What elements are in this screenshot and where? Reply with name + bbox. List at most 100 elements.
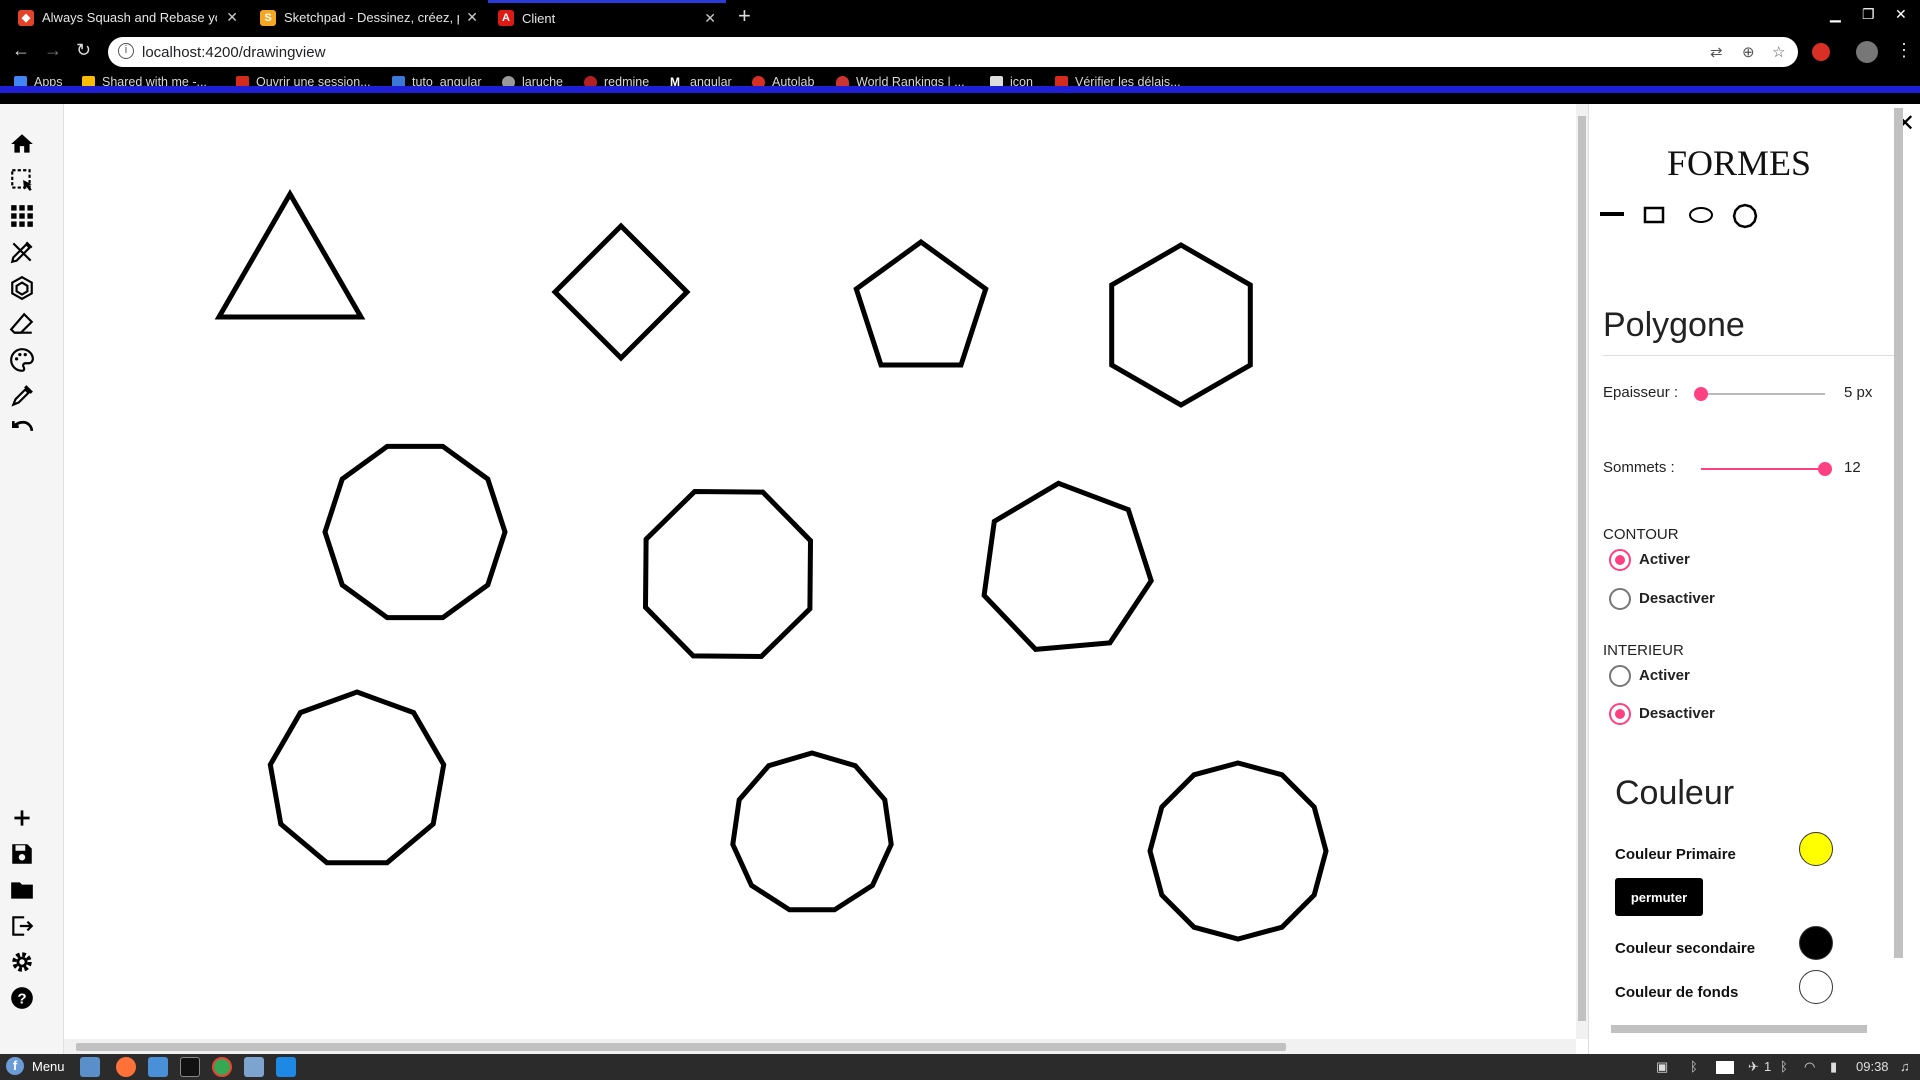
rectangle-icon[interactable] xyxy=(1643,206,1667,229)
contour-activer-radio[interactable] xyxy=(1609,549,1631,571)
add-icon[interactable] xyxy=(8,804,36,832)
polygon-icon[interactable] xyxy=(8,274,36,302)
settings-icon[interactable] xyxy=(8,948,36,976)
slider-thumb[interactable] xyxy=(1818,462,1832,476)
eraser-icon[interactable] xyxy=(8,310,36,338)
terminal-icon[interactable] xyxy=(180,1057,200,1077)
info-icon[interactable]: i xyxy=(118,43,134,59)
minimize-icon[interactable]: ▁ xyxy=(1830,6,1841,23)
contour-desactiver-radio[interactable] xyxy=(1609,588,1631,610)
polygon-shape-icon[interactable] xyxy=(1731,202,1759,235)
tab-gitlab[interactable]: ◆ Always Squash and Rebase you ✕ xyxy=(8,2,248,33)
forward-icon[interactable]: → xyxy=(44,40,62,61)
files-icon[interactable] xyxy=(80,1057,100,1077)
close-tab-icon[interactable]: ✕ xyxy=(704,10,716,27)
vscode-icon[interactable] xyxy=(276,1057,296,1077)
export-icon[interactable] xyxy=(8,912,36,940)
folder-app-icon[interactable] xyxy=(244,1057,264,1077)
polygon-5-sides[interactable] xyxy=(853,238,989,368)
zoom-icon[interactable]: ⊕ xyxy=(1742,43,1755,61)
close-window-icon[interactable]: ✕ xyxy=(1895,6,1907,23)
line-icon[interactable] xyxy=(1599,206,1625,227)
selection-icon[interactable] xyxy=(8,166,36,194)
menu-kebab-icon[interactable]: ⋮ xyxy=(1895,40,1913,61)
tab-sketchpad[interactable]: S Sketchpad - Dessinez, créez, pa ✕ xyxy=(250,2,488,33)
back-icon[interactable]: ← xyxy=(12,40,30,61)
package-icon[interactable]: ▣ xyxy=(1656,1059,1668,1075)
panel-horizontal-scrollbar[interactable] xyxy=(1589,1022,1889,1036)
bluetooth-icon[interactable]: ᛒ xyxy=(1690,1059,1698,1074)
chrome-icon[interactable] xyxy=(212,1057,232,1077)
folder-icon[interactable] xyxy=(8,876,36,904)
slider-track[interactable] xyxy=(1701,393,1825,395)
pipette-icon[interactable] xyxy=(8,382,36,410)
reload-icon[interactable]: ↻ xyxy=(76,40,91,61)
new-tab-button[interactable]: + xyxy=(738,3,751,29)
drawing-canvas[interactable] xyxy=(64,104,1576,1039)
menu-label: Menu xyxy=(32,1058,65,1074)
close-tab-icon[interactable]: ✕ xyxy=(466,9,478,26)
music-icon[interactable]: ♫ xyxy=(1900,1059,1910,1074)
palette-icon[interactable] xyxy=(8,346,36,374)
maximize-icon[interactable]: ❐ xyxy=(1862,6,1875,23)
polygon-8-sides[interactable] xyxy=(642,488,814,660)
fedora-icon: f xyxy=(6,1057,24,1075)
primary-color-swatch[interactable] xyxy=(1799,832,1833,866)
bookmark-star-icon[interactable]: ☆ xyxy=(1772,43,1785,61)
polygon-12-sides[interactable] xyxy=(1147,760,1329,942)
save-icon[interactable] xyxy=(8,840,36,868)
help-icon[interactable]: ? xyxy=(8,984,36,1012)
polygon-10-sides[interactable] xyxy=(322,443,508,621)
canada-flag-icon[interactable] xyxy=(1716,1061,1734,1074)
address-bar[interactable]: i localhost:4200/drawingview ⇄ ⊕ ☆ xyxy=(108,37,1798,67)
firefox-icon[interactable] xyxy=(116,1057,136,1077)
contour-desactiver-label[interactable]: Desactiver xyxy=(1639,590,1715,607)
grid-icon[interactable] xyxy=(8,202,36,230)
start-menu-button[interactable]: f Menu xyxy=(6,1057,65,1075)
swap-colors-button[interactable]: permuter xyxy=(1615,878,1703,916)
polygon-11-sides[interactable] xyxy=(730,750,894,913)
polygon-6-sides[interactable] xyxy=(1109,242,1253,408)
scroll-thumb[interactable] xyxy=(1578,116,1586,1021)
mail-icon[interactable] xyxy=(148,1057,168,1077)
panel-vertical-scrollbar[interactable] xyxy=(1891,108,1905,1018)
close-tab-icon[interactable]: ✕ xyxy=(226,9,238,26)
thickness-value: 5 px xyxy=(1844,384,1873,401)
interieur-desactiver-radio[interactable] xyxy=(1609,703,1631,725)
bluetooth-icon-2[interactable]: ᛒ xyxy=(1780,1059,1788,1074)
interieur-desactiver-label[interactable]: Desactiver xyxy=(1639,705,1715,722)
tool-sidebar: ? xyxy=(0,104,64,1054)
canvas-horizontal-scrollbar[interactable] xyxy=(64,1039,1576,1054)
tab-title: Sketchpad - Dessinez, créez, pa xyxy=(284,10,459,25)
scroll-thumb[interactable] xyxy=(76,1043,1286,1051)
gitlab-icon: ◆ xyxy=(18,9,34,26)
secondary-color-swatch[interactable] xyxy=(1799,926,1833,960)
angular-icon: A xyxy=(498,10,514,26)
battery-icon[interactable]: ▮ xyxy=(1830,1059,1837,1075)
background-color-swatch[interactable] xyxy=(1799,970,1833,1004)
extension-icon[interactable] xyxy=(1812,43,1830,61)
slider-track-active[interactable] xyxy=(1701,468,1825,470)
wifi-icon[interactable]: ◠ xyxy=(1804,1059,1815,1075)
profile-avatar[interactable] xyxy=(1856,41,1878,63)
slider-thumb[interactable] xyxy=(1694,387,1708,401)
scroll-thumb[interactable] xyxy=(1894,108,1903,958)
polygon-9-sides[interactable] xyxy=(267,689,447,866)
polygon-7-sides[interactable] xyxy=(981,480,1154,652)
pencil-tools-icon[interactable] xyxy=(8,238,36,266)
home-icon[interactable] xyxy=(8,130,36,158)
translate-icon[interactable]: ⇄ xyxy=(1710,43,1723,61)
tab-client[interactable]: A Client ✕ xyxy=(488,0,726,33)
notification-icon[interactable]: ✈ xyxy=(1748,1059,1759,1075)
undo-icon[interactable] xyxy=(8,418,36,446)
interieur-activer-label[interactable]: Activer xyxy=(1639,667,1690,684)
polygon-3-sides[interactable] xyxy=(214,188,366,320)
url-text[interactable]: localhost:4200/drawingview xyxy=(142,44,325,61)
polygon-4-sides[interactable] xyxy=(551,222,691,362)
contour-activer-label[interactable]: Activer xyxy=(1639,551,1690,568)
interieur-activer-radio[interactable] xyxy=(1609,665,1631,687)
drawing-surface[interactable] xyxy=(64,104,1576,1039)
canvas-vertical-scrollbar[interactable] xyxy=(1576,104,1588,1039)
ellipse-icon[interactable] xyxy=(1687,206,1715,229)
scroll-thumb[interactable] xyxy=(1611,1025,1867,1033)
